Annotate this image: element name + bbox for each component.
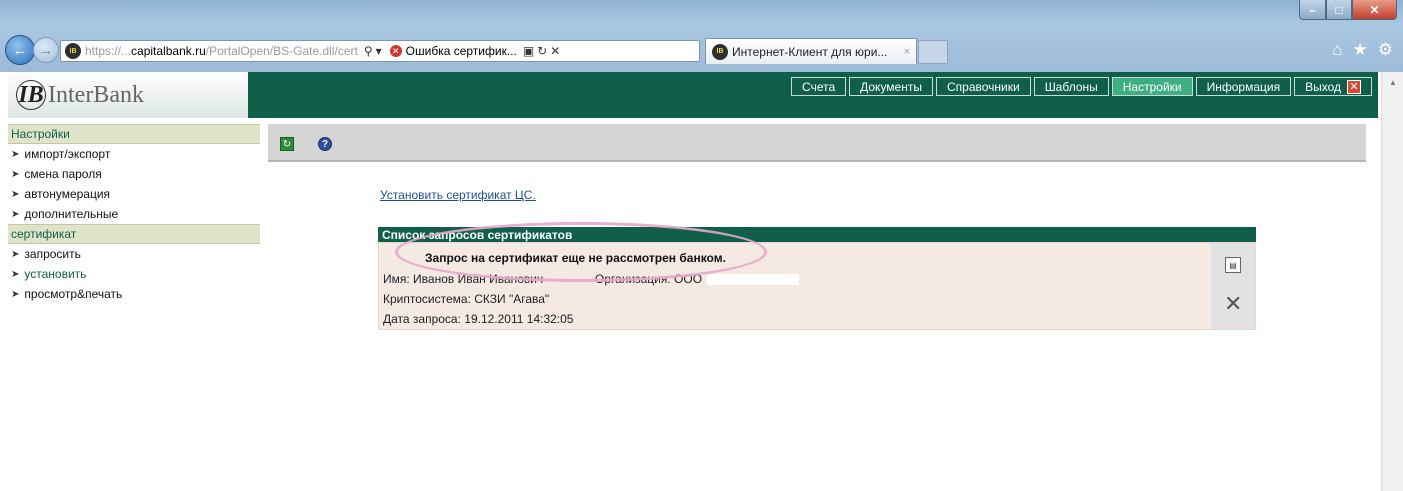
sidebar-item-label: смена пароля (24, 167, 102, 181)
browser-toolbar-icons: ⌂ ★ ⚙ (1332, 40, 1393, 60)
sidebar-item-additional[interactable]: ➤ дополнительные (8, 204, 260, 224)
request-name: Имя: Иванов Иван Иванович (383, 272, 544, 286)
menu-settings[interactable]: Настройки (1111, 77, 1193, 96)
error-icon: ✕ (389, 45, 402, 57)
request-cryptosystem: Криптосистема: СКЗИ "Агава" (383, 292, 550, 306)
menu-information[interactable]: Информация (1195, 77, 1292, 96)
sidebar: Настройки ➤ импорт/экспорт ➤ смена парол… (8, 124, 260, 304)
dropdown-icon[interactable]: ▾ (376, 44, 382, 58)
sidebar-item-autonumbering[interactable]: ➤ автонумерация (8, 184, 260, 204)
logo-mark: IB (16, 80, 46, 110)
browser-tab-active[interactable]: IB Интернет-Клиент для юри... × (705, 38, 917, 64)
certificate-error-label: Ошибка сертифик... (405, 44, 517, 58)
chevron-right-icon: ➤ (11, 268, 20, 280)
url-host: capitalbank.ru (131, 44, 206, 58)
delete-icon[interactable]: ✕ (1224, 293, 1242, 315)
window-controls: – □ ✕ (1299, 0, 1397, 20)
menu-directories[interactable]: Справочники (935, 77, 1031, 96)
sidebar-item-label: просмотр&печать (24, 287, 123, 301)
content-toolbar: ↻ ? (268, 124, 1366, 162)
minimize-button[interactable]: – (1299, 0, 1326, 20)
refresh-icon[interactable]: ↻ (280, 137, 294, 151)
logo-text: InterBank (48, 81, 144, 108)
chevron-right-icon: ➤ (11, 208, 20, 220)
url-path: /PortalOpen/BS-Gate.dll/cert (205, 44, 358, 58)
install-ca-certificate-link[interactable]: Установить сертификат ЦС. (380, 188, 536, 202)
compat-view-icon[interactable]: ▣ (523, 44, 534, 58)
menu-accounts[interactable]: Счета (791, 77, 847, 96)
request-actions: ▤ ✕ (1211, 243, 1255, 329)
refresh-icon[interactable]: ↻ (537, 44, 547, 58)
scroll-up-icon[interactable]: ▲ (1389, 78, 1397, 87)
print-icon[interactable]: ▤ (1225, 257, 1241, 273)
certificate-error-indicator[interactable]: ✕ Ошибка сертифик... (389, 44, 517, 58)
sidebar-item-import-export[interactable]: ➤ импорт/экспорт (8, 144, 260, 164)
sidebar-item-label: дополнительные (24, 207, 119, 221)
sidebar-section-certificate: сертификат (8, 224, 260, 244)
window-close-button[interactable]: ✕ (1352, 0, 1397, 20)
sidebar-item-label: автонумерация (24, 187, 111, 201)
arrow-left-icon: ← (12, 41, 28, 59)
home-icon[interactable]: ⌂ (1332, 40, 1342, 60)
chevron-right-icon: ➤ (11, 188, 20, 200)
site-favicon-icon: IB (65, 43, 81, 59)
sidebar-item-install[interactable]: ➤ установить (8, 264, 260, 284)
forward-button[interactable]: → (33, 37, 59, 63)
logout-close-icon: ✕ (1347, 79, 1361, 94)
new-tab-button[interactable] (918, 40, 948, 64)
sidebar-item-change-password[interactable]: ➤ смена пароля (8, 164, 260, 184)
request-organization: Организация: ООО (595, 272, 800, 286)
request-status-text: Запрос на сертификат еще не рассмотрен б… (425, 251, 726, 265)
tab-title: Интернет-Клиент для юри... (732, 44, 888, 59)
maximize-button[interactable]: □ (1326, 0, 1352, 20)
back-button[interactable]: ← (5, 35, 35, 65)
url-prefix: https://... (85, 44, 132, 58)
browser-chrome: – □ ✕ ← → IB https://... capitalbank.ru … (0, 0, 1403, 72)
chevron-right-icon: ➤ (11, 248, 20, 260)
request-date: Дата запроса: 19.12.2011 14:32:05 (383, 312, 574, 326)
sidebar-item-request[interactable]: ➤ запросить (8, 244, 260, 264)
app-header: IB InterBank Счета Документы Справочники… (8, 72, 1378, 118)
sidebar-item-view-print[interactable]: ➤ просмотр&печать (8, 284, 260, 304)
menu-logout[interactable]: Выход ✕ (1294, 77, 1372, 96)
certificate-request-item: Запрос на сертификат еще не рассмотрен б… (378, 242, 1256, 330)
tab-close-icon[interactable]: × (904, 46, 910, 58)
arrow-right-icon: → (38, 41, 54, 59)
sidebar-item-label: импорт/экспорт (24, 147, 111, 161)
menu-logout-label: Выход (1305, 79, 1341, 94)
address-actions: ▣ ↻ ✕ (523, 44, 560, 58)
vertical-scrollbar[interactable]: ▲ (1381, 72, 1403, 491)
chevron-right-icon: ➤ (11, 148, 20, 160)
settings-gear-icon[interactable]: ⚙ (1378, 40, 1393, 60)
address-bar[interactable]: IB https://... capitalbank.ru /PortalOpe… (60, 40, 700, 62)
main-menu: Счета Документы Справочники Шаблоны Наст… (791, 77, 1372, 96)
stop-icon[interactable]: ✕ (550, 44, 560, 58)
certificate-requests-panel: Список запросов сертификатов Запрос на с… (378, 227, 1256, 330)
sidebar-section-settings: Настройки (8, 124, 260, 144)
menu-templates[interactable]: Шаблоны (1033, 77, 1109, 96)
chevron-right-icon: ➤ (11, 288, 20, 300)
chevron-right-icon: ➤ (11, 168, 20, 180)
tab-favicon-icon: IB (712, 43, 728, 60)
sidebar-item-label: запросить (24, 247, 81, 261)
search-icon[interactable]: ⚲ (364, 44, 373, 58)
panel-title: Список запросов сертификатов (378, 227, 1256, 242)
address-tools: ⚲ ▾ (364, 44, 382, 58)
organization-label: Организация: ООО (595, 272, 703, 286)
sidebar-item-label: установить (24, 267, 87, 281)
redacted-area (707, 274, 800, 286)
favorites-star-icon[interactable]: ★ (1353, 40, 1368, 60)
help-icon[interactable]: ? (318, 137, 332, 151)
menu-documents[interactable]: Документы (849, 77, 933, 96)
app-logo: IB InterBank (8, 72, 248, 118)
